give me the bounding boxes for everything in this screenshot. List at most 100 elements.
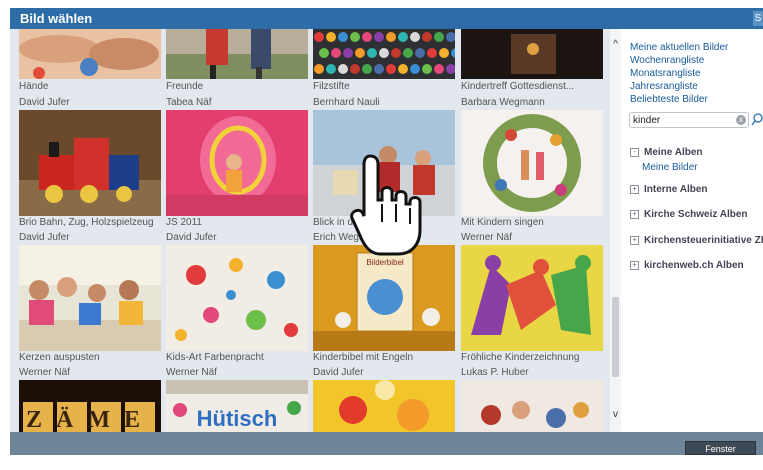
thumbnail-kids-art[interactable]: [166, 245, 308, 351]
gallery-item-author: Lukas P. Huber: [461, 367, 529, 378]
collapse-icon[interactable]: -: [630, 148, 639, 157]
pen-cap: [374, 32, 384, 42]
link-most-popular[interactable]: Beliebteste Bilder: [630, 93, 728, 106]
album-label: Meine Alben: [644, 147, 703, 158]
gallery-item-author: David Jufer: [19, 232, 70, 243]
dialog-footer: Fenster schliessen: [10, 432, 763, 468]
search-box: x: [629, 112, 749, 128]
gallery-item-author: Bernhard Nauli: [313, 97, 380, 108]
thumbnail-js-2011[interactable]: [166, 110, 308, 216]
scroll-up-arrow-icon[interactable]: ^: [610, 39, 621, 51]
thumbnail-yellow-art[interactable]: [313, 380, 455, 432]
hand-cursor-icon: [350, 154, 422, 256]
dialog-close-button[interactable]: S: [753, 11, 763, 26]
album-label: Interne Alben: [644, 184, 708, 195]
album-kirche-schweiz[interactable]: + Kirche Schweiz Alben: [630, 209, 748, 220]
gallery-item-caption: Hände: [19, 81, 49, 92]
sidebar: Meine aktuellen Bilder Wochenrangliste M…: [621, 29, 763, 432]
pen-cap: [410, 32, 420, 42]
pen-cap: [374, 64, 384, 74]
pen-cap: [386, 32, 396, 42]
pen-cap: [391, 48, 401, 58]
thumbnail-toys[interactable]: [461, 380, 603, 432]
dialog-title: Bild wählen: [20, 11, 93, 26]
thumbnail-kinderbibel[interactable]: Bilderbibel: [313, 245, 455, 351]
pen-cap: [314, 32, 324, 42]
gallery-item-author: Werner Näf: [19, 367, 70, 378]
pen-cap: [350, 32, 360, 42]
gallery-item-caption: Kerzen auspusten: [19, 352, 100, 363]
pen-cap: [350, 64, 360, 74]
expand-icon[interactable]: +: [630, 236, 639, 245]
album-my-images[interactable]: Meine Bilder: [642, 162, 698, 173]
gallery-item-caption: Kids-Art Farbenpracht: [166, 352, 264, 363]
pen-cap: [326, 32, 336, 42]
pen-cap: [379, 48, 389, 58]
gallery-item-caption: Brio Bahn, Zug, Holzspielzeug: [19, 217, 154, 228]
link-yearly-ranking[interactable]: Jahresrangliste: [630, 80, 728, 93]
search-input[interactable]: [633, 113, 729, 127]
search-icon[interactable]: [751, 113, 763, 127]
thumbnail-hutisch[interactable]: Hütisch: [166, 380, 308, 432]
thumbnail-brio-train[interactable]: [19, 110, 161, 216]
clear-search-icon[interactable]: x: [736, 115, 746, 125]
thumbnail-felt-pens[interactable]: [313, 29, 455, 79]
expand-icon[interactable]: +: [630, 210, 639, 219]
gallery-item-author: Werner Näf: [461, 232, 512, 243]
link-weekly-ranking[interactable]: Wochenrangliste: [630, 54, 728, 67]
dialog-title-bar: Bild wählen S: [10, 8, 763, 29]
thumbnail-singing[interactable]: [461, 110, 603, 216]
gallery-item-author: David Jufer: [166, 232, 217, 243]
thumbnail-kinderzeichnung[interactable]: [461, 245, 603, 351]
pen-cap: [362, 32, 372, 42]
zaeme-letters: ZÄME: [26, 407, 154, 432]
pen-cap: [331, 48, 341, 58]
gallery-item-caption: Mit Kindern singen: [461, 217, 544, 228]
close-window-button[interactable]: Fenster schliessen: [685, 441, 756, 468]
pen-cap: [398, 64, 408, 74]
link-monthly-ranking[interactable]: Monatsrangliste: [630, 67, 728, 80]
pen-cap: [403, 48, 413, 58]
gallery-item-caption: Fröhliche Kinderzeichnung: [461, 352, 580, 363]
album-label: Kirche Schweiz Alben: [644, 209, 748, 220]
image-gallery: Hände Freunde Filzstifte Kindertreff Got…: [10, 29, 610, 432]
gallery-item-caption: Kindertreff Gottesdienst...: [461, 81, 575, 92]
pen-cap: [314, 64, 324, 74]
pen-cap: [362, 64, 372, 74]
pen-cap: [338, 32, 348, 42]
link-my-current-images[interactable]: Meine aktuellen Bilder: [630, 41, 728, 54]
thumbnail-candles[interactable]: [19, 245, 161, 351]
thumbnail-friends[interactable]: [166, 29, 308, 79]
album-my-albums[interactable]: - Meine Alben: [630, 147, 703, 158]
pen-cap: [355, 48, 365, 58]
pen-cap: [434, 32, 444, 42]
album-kirchenweb[interactable]: + kirchenweb.ch Alben: [630, 260, 744, 271]
pen-cap: [410, 64, 420, 74]
scroll-down-arrow-icon[interactable]: v: [610, 409, 621, 421]
album-label: kirchenweb.ch Alben: [644, 260, 744, 271]
thumbnail-zaeme[interactable]: ZÄME: [19, 380, 161, 432]
album-internal[interactable]: + Interne Alben: [630, 184, 708, 195]
pen-cap: [439, 48, 449, 58]
thumbnail-kindertreff[interactable]: [461, 29, 603, 79]
expand-icon[interactable]: +: [630, 185, 639, 194]
thumbnail-hands[interactable]: [19, 29, 161, 79]
gallery-item-author: Tabea Näf: [166, 97, 212, 108]
pen-cap: [319, 48, 329, 58]
sidebar-links: Meine aktuellen Bilder Wochenrangliste M…: [630, 41, 728, 106]
pen-cap: [422, 32, 432, 42]
pen-cap: [343, 48, 353, 58]
gallery-item-caption: Freunde: [166, 81, 204, 92]
expand-icon[interactable]: +: [630, 261, 639, 270]
pen-cap: [367, 48, 377, 58]
scrollbar-thumb[interactable]: [612, 297, 619, 377]
pen-cap: [326, 64, 336, 74]
hutisch-letters: Hütisch: [197, 406, 278, 431]
gallery-scrollbar[interactable]: ^ v: [610, 29, 621, 432]
book-title-text: Bilderbibel: [366, 258, 404, 267]
gallery-item-author: David Jufer: [313, 367, 364, 378]
album-kirchensteuerinitiative[interactable]: + Kirchensteuerinitiative ZH: [630, 235, 763, 246]
pen-cap: [386, 64, 396, 74]
gallery-item-author: David Jufer: [19, 97, 70, 108]
pen-cap: [422, 64, 432, 74]
